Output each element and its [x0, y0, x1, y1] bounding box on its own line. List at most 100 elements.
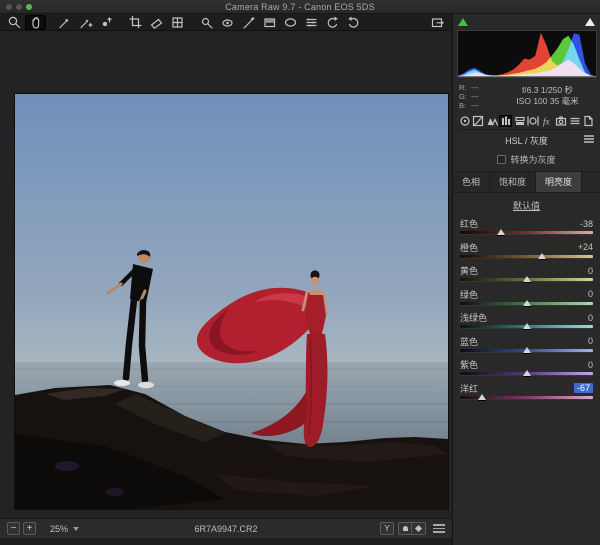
- window-title: Camera Raw 9.7 - Canon EOS 5DS: [225, 2, 375, 12]
- slider-thumb[interactable]: [523, 276, 531, 282]
- zoom-level-select[interactable]: 25%: [45, 523, 84, 535]
- close-window-icon[interactable]: [6, 4, 12, 10]
- image-info: R:--- G:--- B:--- f/6.3 1/250 秒 ISO 100 …: [459, 83, 594, 110]
- tab-hue[interactable]: 色相: [453, 172, 490, 192]
- swap-settings-button[interactable]: [412, 522, 426, 535]
- slider-purple[interactable]: 紫色0: [460, 359, 593, 378]
- magenta-value-input[interactable]: -67: [574, 383, 593, 393]
- window-footer: [0, 538, 452, 545]
- traffic-lights: [6, 4, 32, 10]
- slider-value[interactable]: 0: [588, 313, 593, 323]
- preferences-tool-icon[interactable]: [301, 15, 322, 30]
- svg-text:fx: fx: [543, 117, 550, 127]
- slider-aqua[interactable]: 浅绿色0: [460, 312, 593, 331]
- slider-thumb[interactable]: [523, 300, 531, 306]
- before-after-toggle-button[interactable]: Y: [380, 522, 394, 535]
- bottom-bar: − + 25% 6R7A9947.CR2 Y: [0, 518, 452, 538]
- exif-line1: f/6.3 1/250 秒: [501, 85, 594, 96]
- tab-snapshots-icon[interactable]: [582, 115, 595, 127]
- hand-tool-icon[interactable]: [25, 15, 46, 30]
- slider-value[interactable]: -38: [580, 219, 593, 229]
- slider-track[interactable]: [460, 255, 593, 258]
- rgb-readout: R:--- G:--- B:---: [459, 83, 501, 110]
- slider-yellow[interactable]: 黄色0: [460, 265, 593, 284]
- diamond-icon: [415, 525, 422, 532]
- copy-settings-button[interactable]: [398, 522, 412, 535]
- slider-magenta[interactable]: 洋红-67: [460, 383, 593, 402]
- transform-tool-icon[interactable]: [167, 15, 188, 30]
- tab-basic-icon[interactable]: [458, 115, 471, 127]
- default-values-link[interactable]: 默认值: [453, 199, 600, 212]
- zoom-window-icon[interactable]: [26, 4, 32, 10]
- slider-thumb[interactable]: [523, 370, 531, 376]
- preview-canvas[interactable]: [0, 31, 452, 518]
- preview-menu-icon[interactable]: [433, 524, 445, 533]
- exif-line2: ISO 100 35 毫米: [501, 96, 594, 107]
- graduated-filter-tool-icon[interactable]: [259, 15, 280, 30]
- tab-hsl-grayscale-icon[interactable]: [499, 115, 512, 127]
- tab-luminance[interactable]: 明亮度: [536, 172, 582, 192]
- slider-value[interactable]: +24: [578, 242, 593, 252]
- panel-menu-icon[interactable]: [584, 135, 594, 143]
- zoom-tool-icon[interactable]: [4, 15, 25, 30]
- tab-detail-icon[interactable]: [486, 115, 499, 127]
- slider-red[interactable]: 红色-38: [460, 218, 593, 237]
- adjustment-brush-tool-icon[interactable]: [238, 15, 259, 30]
- slider-value[interactable]: 0: [588, 360, 593, 370]
- shadow-clipping-icon[interactable]: [458, 18, 468, 26]
- grayscale-checkbox-label: 转换为灰度: [510, 153, 555, 166]
- histogram[interactable]: [457, 16, 596, 80]
- slider-value[interactable]: 0: [588, 289, 593, 299]
- toggle-fullscreen-icon[interactable]: [427, 15, 448, 30]
- zoom-out-button[interactable]: −: [7, 522, 20, 535]
- tab-effects-icon[interactable]: fx: [541, 115, 554, 127]
- slider-green[interactable]: 绿色0: [460, 289, 593, 308]
- slider-track[interactable]: [460, 231, 593, 234]
- histogram-plot: [457, 30, 597, 78]
- slider-thumb[interactable]: [478, 394, 486, 400]
- crop-tool-icon[interactable]: [125, 15, 146, 30]
- hsl-sliders: 红色-38 橙色+24 黄色0 绿色0 浅绿色0 蓝色0: [460, 218, 593, 402]
- slider-thumb[interactable]: [523, 347, 531, 353]
- radial-filter-tool-icon[interactable]: [280, 15, 301, 30]
- chevron-down-icon: [73, 527, 79, 531]
- rotate-cw-tool-icon[interactable]: [343, 15, 364, 30]
- slider-thumb[interactable]: [523, 323, 531, 329]
- zoom-in-button[interactable]: +: [23, 522, 36, 535]
- grayscale-checkbox-row[interactable]: 转换为灰度: [453, 153, 600, 166]
- slider-value[interactable]: 0: [588, 336, 593, 346]
- slider-thumb[interactable]: [497, 229, 505, 235]
- exif-info: f/6.3 1/250 秒 ISO 100 35 毫米: [501, 83, 594, 110]
- highlight-clipping-icon[interactable]: [585, 18, 595, 26]
- tab-saturation[interactable]: 饱和度: [490, 172, 536, 192]
- slider-thumb[interactable]: [538, 253, 546, 259]
- person-icon: [403, 526, 408, 531]
- tab-camera-calibration-icon[interactable]: [554, 115, 567, 127]
- zoom-level-value: 25%: [50, 524, 68, 534]
- targeted-adjustment-tool-icon[interactable]: [96, 15, 117, 30]
- tab-presets-icon[interactable]: [568, 115, 581, 127]
- tab-tone-curve-icon[interactable]: [472, 115, 485, 127]
- slider-blue[interactable]: 蓝色0: [460, 336, 593, 355]
- panel-title: HSL / 灰度: [505, 136, 548, 146]
- title-bar: Camera Raw 9.7 - Canon EOS 5DS: [0, 0, 600, 14]
- spot-removal-tool-icon[interactable]: [196, 15, 217, 30]
- white-balance-tool-icon[interactable]: [54, 15, 75, 30]
- grayscale-checkbox[interactable]: [497, 155, 506, 164]
- photo-preview[interactable]: [15, 94, 448, 509]
- hsl-tabs: 色相 饱和度 明亮度: [453, 171, 600, 193]
- straighten-tool-icon[interactable]: [146, 15, 167, 30]
- minimize-window-icon[interactable]: [16, 4, 22, 10]
- panel-title-row: HSL / 灰度: [453, 130, 600, 150]
- slider-value[interactable]: 0: [588, 266, 593, 276]
- toolbar: [0, 14, 452, 31]
- slider-orange[interactable]: 橙色+24: [460, 242, 593, 261]
- tab-split-toning-icon[interactable]: [513, 115, 526, 127]
- tab-lens-corrections-icon[interactable]: [527, 115, 540, 127]
- histogram-baseline: [458, 76, 596, 77]
- rotate-ccw-tool-icon[interactable]: [322, 15, 343, 30]
- adjustments-panel: R:--- G:--- B:--- f/6.3 1/250 秒 ISO 100 …: [452, 14, 600, 545]
- color-sampler-tool-icon[interactable]: [75, 15, 96, 30]
- camera-raw-window: Camera Raw 9.7 - Canon EOS 5DS: [0, 0, 600, 545]
- red-eye-tool-icon[interactable]: [217, 15, 238, 30]
